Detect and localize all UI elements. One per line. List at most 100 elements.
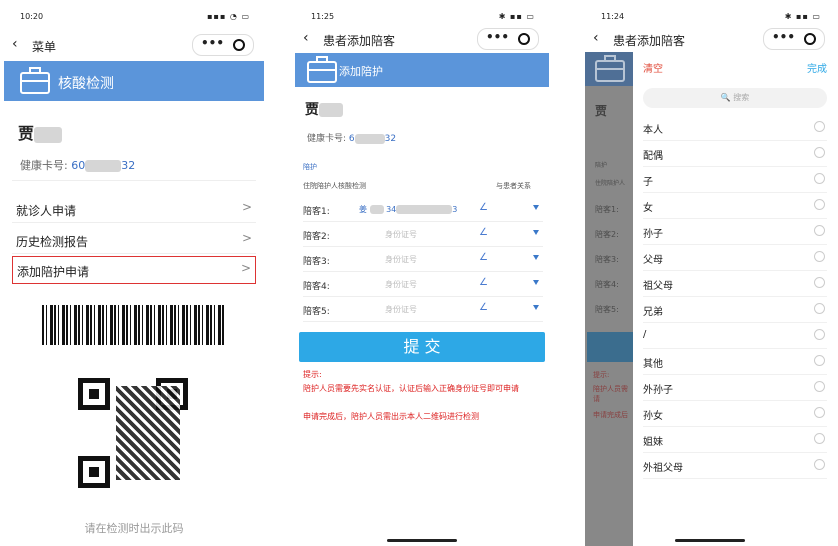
more-icon[interactable]: ••• [772,30,795,44]
relation-dropdown-icon[interactable] [533,280,539,285]
radio-circle-icon[interactable] [814,459,825,470]
relation-dropdown-icon[interactable] [533,205,539,210]
relation-option[interactable]: 姐妹 [643,426,827,453]
status-time: 11:25 [311,12,335,21]
companion-id-input[interactable]: 姜 34 3 [359,204,457,215]
companion-row-2: 陪客2: 身份证号 ∠ [303,222,543,247]
health-card: 健康卡号: 6 32 [307,131,396,144]
companion-label: 陪客2: [303,232,330,242]
companion-row-3: 陪客3: 身份证号 ∠ [303,247,543,272]
tip-title: 提示: [303,370,322,379]
companion-id-input[interactable]: 身份证号 [385,229,417,240]
submit-button[interactable]: 提 交 [299,332,545,362]
radio-circle-icon[interactable] [814,381,825,392]
clear-button[interactable]: 清空 [643,60,663,75]
close-target-icon[interactable] [804,33,816,45]
relation-option-label: 兄弟 [643,307,663,318]
qr-modules [116,386,180,480]
more-icon[interactable]: ••• [201,36,224,50]
status-icons: ▪▪▪ ◔ ▭ [207,12,250,21]
dimmed-row: 陪客3: [595,255,619,264]
relation-dropdown-icon[interactable] [533,305,539,310]
close-target-icon[interactable] [233,39,245,51]
relation-option-label: 女 [643,203,653,214]
relation-option[interactable]: 兄弟 [643,296,827,323]
dimmed-header: 住院陪护人 [595,180,626,187]
relation-option[interactable]: 外孙子 [643,374,827,401]
radio-circle-icon[interactable] [814,199,825,210]
briefcase-icon [20,67,50,94]
search-input[interactable]: 🔍 搜索 [643,88,827,108]
radio-circle-icon[interactable] [814,251,825,262]
relation-option[interactable]: 本人 [643,114,827,141]
dimmed-tip: 提示: [593,371,610,379]
relation-dropdown-icon[interactable] [533,230,539,235]
relation-option[interactable]: 孙子 [643,218,827,245]
nav-bar: ‹ 菜单 ••• [4,30,264,60]
dimmed-row: 陪客5: [595,305,619,314]
more-icon[interactable]: ••• [486,30,509,44]
briefcase-icon [307,56,337,83]
dimmed-background[interactable]: 贾 陪护 住院陪护人 陪客1: 陪客2: 陪客3: 陪客4: 陪客5: 提示: … [585,52,633,546]
mini-program-capsule[interactable]: ••• [192,34,254,56]
relation-option[interactable]: 其他 [643,348,827,375]
mini-program-capsule[interactable]: ••• [477,28,539,50]
tip-line-1: 陪护人员需要先实名认证，认证后输入正确身份证号即可申请 [303,384,519,393]
radio-circle-icon[interactable] [814,433,825,444]
radio-circle-icon[interactable] [814,147,825,158]
edit-pen-icon[interactable]: ∠ [479,202,488,213]
relation-option-label: 本人 [643,125,663,136]
relation-dropdown-icon[interactable] [533,255,539,260]
relation-option[interactable]: / [643,322,827,349]
patient-name-text: 贾 [18,124,35,143]
edit-pen-icon[interactable]: ∠ [479,252,488,263]
companion-id-input[interactable]: 身份证号 [385,304,417,315]
banner: 添加陪护 [295,53,549,87]
mini-program-capsule[interactable]: ••• [763,28,825,50]
radio-circle-icon[interactable] [814,303,825,314]
status-bar: 11:24 ✱ ▪▪ ▭ [585,0,835,22]
divider [12,180,256,181]
status-time: 10:20 [20,12,44,21]
edit-pen-icon[interactable]: ∠ [479,227,488,238]
qr-finder [78,456,110,488]
relation-option[interactable]: 女 [643,192,827,219]
dimmed-row: 陪客2: [595,230,619,239]
health-card: 健康卡号: 60 32 [20,157,135,173]
relation-option[interactable]: 外祖父母 [643,452,827,479]
radio-circle-icon[interactable] [814,173,825,184]
relation-option[interactable]: 祖父母 [643,270,827,297]
menu-item-patient-apply[interactable]: 就诊人申请 > [12,196,256,223]
relation-option[interactable]: 父母 [643,244,827,271]
dimmed-section: 陪护 [595,162,608,169]
close-target-icon[interactable] [518,33,530,45]
menu-item-history-reports[interactable]: 历史检测报告 > [12,227,256,254]
tip-line-2: 申请完成后，陪护人员需出示本人二维码进行检测 [303,412,479,421]
back-arrow-icon[interactable]: ‹ [12,36,18,52]
radio-circle-icon[interactable] [814,329,825,340]
edit-pen-icon[interactable]: ∠ [479,277,488,288]
relation-option[interactable]: 子 [643,166,827,193]
back-arrow-icon[interactable]: ‹ [593,30,599,46]
radio-circle-icon[interactable] [814,121,825,132]
radio-circle-icon[interactable] [814,407,825,418]
redacted-id [396,205,453,214]
relation-option-label: 父母 [643,255,663,266]
back-arrow-icon[interactable]: ‹ [303,30,309,46]
menu-item-add-companion[interactable]: 添加陪护申请 > [12,256,256,284]
relation-option[interactable]: 孙女 [643,400,827,427]
home-indicator [387,539,457,542]
dimmed-submit [587,332,633,362]
dimmed-tip: 请 [593,395,600,403]
done-button[interactable]: 完成 [807,60,827,75]
radio-circle-icon[interactable] [814,355,825,366]
relation-option-label: 外祖父母 [643,463,683,474]
briefcase-icon [595,55,625,82]
relation-option[interactable]: 配偶 [643,140,827,167]
column-header-left: 住院陪护人核酸检测 [303,182,366,190]
edit-pen-icon[interactable]: ∠ [479,302,488,313]
radio-circle-icon[interactable] [814,277,825,288]
companion-id-input[interactable]: 身份证号 [385,254,417,265]
companion-id-input[interactable]: 身份证号 [385,279,417,290]
radio-circle-icon[interactable] [814,225,825,236]
